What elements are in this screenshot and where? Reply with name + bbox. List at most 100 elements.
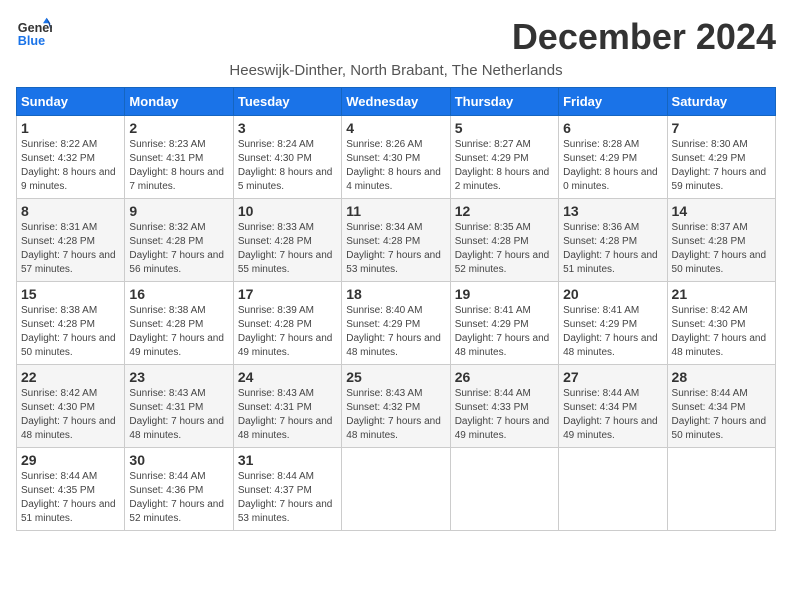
title-block: December 2024: [512, 16, 776, 58]
day-number: 2: [129, 120, 228, 136]
weekday-wednesday: Wednesday: [342, 88, 450, 116]
day-info: Sunrise: 8:40 AM Sunset: 4:29 PM Dayligh…: [346, 304, 445, 360]
day-info: Sunrise: 8:27 AM Sunset: 4:29 PM Dayligh…: [455, 138, 554, 194]
day-number: 24: [238, 369, 337, 385]
page-header: General Blue December 2024: [16, 16, 776, 58]
day-info: Sunrise: 8:43 AM Sunset: 4:31 PM Dayligh…: [238, 387, 337, 443]
logo: General Blue: [16, 16, 52, 52]
calendar-cell: 12Sunrise: 8:35 AM Sunset: 4:28 PM Dayli…: [450, 199, 558, 282]
calendar-cell: 7Sunrise: 8:30 AM Sunset: 4:29 PM Daylig…: [667, 116, 775, 199]
day-info: Sunrise: 8:44 AM Sunset: 4:34 PM Dayligh…: [672, 387, 771, 443]
day-number: 29: [21, 452, 120, 468]
day-number: 15: [21, 286, 120, 302]
day-info: Sunrise: 8:32 AM Sunset: 4:28 PM Dayligh…: [129, 221, 228, 277]
day-info: Sunrise: 8:31 AM Sunset: 4:28 PM Dayligh…: [21, 221, 120, 277]
calendar-week-5: 29 Sunrise: 8:44 AM Sunset: 4:35 PM Dayli…: [17, 448, 776, 531]
day-number: 30: [129, 452, 228, 468]
day-number: 4: [346, 120, 445, 136]
day-number: 23: [129, 369, 228, 385]
calendar-cell: 27 Sunrise: 8:44 AM Sunset: 4:34 PM Dayli…: [559, 365, 667, 448]
day-info: Sunrise: 8:34 AM Sunset: 4:28 PM Dayligh…: [346, 221, 445, 277]
day-number: 10: [238, 203, 337, 219]
weekday-thursday: Thursday: [450, 88, 558, 116]
calendar-cell: 19Sunrise: 8:41 AM Sunset: 4:29 PM Dayli…: [450, 282, 558, 365]
calendar-cell: 26 Sunrise: 8:44 AM Sunset: 4:33 PM Dayli…: [450, 365, 558, 448]
logo-icon: General Blue: [16, 16, 52, 52]
day-info: Sunrise: 8:33 AM Sunset: 4:28 PM Dayligh…: [238, 221, 337, 277]
day-number: 27: [563, 369, 662, 385]
day-number: 7: [672, 120, 771, 136]
calendar-cell: 2Sunrise: 8:23 AM Sunset: 4:31 PM Daylig…: [125, 116, 233, 199]
day-info: Sunrise: 8:43 AM Sunset: 4:32 PM Dayligh…: [346, 387, 445, 443]
day-info: Sunrise: 8:42 AM Sunset: 4:30 PM Dayligh…: [21, 387, 120, 443]
day-info: Sunrise: 8:28 AM Sunset: 4:29 PM Dayligh…: [563, 138, 662, 194]
calendar-cell: 23Sunrise: 8:43 AM Sunset: 4:31 PM Dayli…: [125, 365, 233, 448]
day-info: Sunrise: 8:35 AM Sunset: 4:28 PM Dayligh…: [455, 221, 554, 277]
calendar-cell: 24 Sunrise: 8:43 AM Sunset: 4:31 PM Dayli…: [233, 365, 341, 448]
calendar-week-4: 22 Sunrise: 8:42 AM Sunset: 4:30 PM Dayli…: [17, 365, 776, 448]
day-info: Sunrise: 8:44 AM Sunset: 4:34 PM Dayligh…: [563, 387, 662, 443]
calendar-cell: 28 Sunrise: 8:44 AM Sunset: 4:34 PM Dayli…: [667, 365, 775, 448]
calendar-cell: 29 Sunrise: 8:44 AM Sunset: 4:35 PM Dayli…: [17, 448, 125, 531]
calendar-cell: 18 Sunrise: 8:40 AM Sunset: 4:29 PM Dayli…: [342, 282, 450, 365]
day-number: 9: [129, 203, 228, 219]
day-info: Sunrise: 8:38 AM Sunset: 4:28 PM Dayligh…: [129, 304, 228, 360]
day-number: 19: [455, 286, 554, 302]
day-number: 1: [21, 120, 120, 136]
calendar-cell: 9 Sunrise: 8:32 AM Sunset: 4:28 PM Daylig…: [125, 199, 233, 282]
day-number: 6: [563, 120, 662, 136]
calendar-header: SundayMondayTuesdayWednesdayThursdayFrid…: [17, 88, 776, 116]
day-number: 8: [21, 203, 120, 219]
calendar-cell: 20Sunrise: 8:41 AM Sunset: 4:29 PM Dayli…: [559, 282, 667, 365]
day-info: Sunrise: 8:44 AM Sunset: 4:35 PM Dayligh…: [21, 470, 120, 526]
weekday-sunday: Sunday: [17, 88, 125, 116]
calendar-cell: 30 Sunrise: 8:44 AM Sunset: 4:36 PM Dayli…: [125, 448, 233, 531]
day-number: 5: [455, 120, 554, 136]
day-number: 3: [238, 120, 337, 136]
calendar-cell: 25 Sunrise: 8:43 AM Sunset: 4:32 PM Dayli…: [342, 365, 450, 448]
svg-text:Blue: Blue: [18, 34, 45, 48]
calendar-body: 1Sunrise: 8:22 AM Sunset: 4:32 PM Daylig…: [17, 116, 776, 531]
day-number: 26: [455, 369, 554, 385]
calendar-cell: 22 Sunrise: 8:42 AM Sunset: 4:30 PM Dayli…: [17, 365, 125, 448]
day-number: 16: [129, 286, 228, 302]
location-subtitle: Heeswijk-Dinther, North Brabant, The Net…: [16, 62, 776, 79]
weekday-saturday: Saturday: [667, 88, 775, 116]
calendar-cell: 17 Sunrise: 8:39 AM Sunset: 4:28 PM Dayli…: [233, 282, 341, 365]
day-info: Sunrise: 8:44 AM Sunset: 4:37 PM Dayligh…: [238, 470, 337, 526]
day-number: 14: [672, 203, 771, 219]
day-number: 21: [672, 286, 771, 302]
day-info: Sunrise: 8:39 AM Sunset: 4:28 PM Dayligh…: [238, 304, 337, 360]
day-number: 17: [238, 286, 337, 302]
calendar-cell: 16 Sunrise: 8:38 AM Sunset: 4:28 PM Dayli…: [125, 282, 233, 365]
calendar-week-3: 15 Sunrise: 8:38 AM Sunset: 4:28 PM Dayli…: [17, 282, 776, 365]
day-number: 13: [563, 203, 662, 219]
calendar-week-2: 8 Sunrise: 8:31 AM Sunset: 4:28 PM Daylig…: [17, 199, 776, 282]
day-info: Sunrise: 8:44 AM Sunset: 4:36 PM Dayligh…: [129, 470, 228, 526]
day-info: Sunrise: 8:37 AM Sunset: 4:28 PM Dayligh…: [672, 221, 771, 277]
weekday-tuesday: Tuesday: [233, 88, 341, 116]
day-number: 28: [672, 369, 771, 385]
calendar-week-1: 1Sunrise: 8:22 AM Sunset: 4:32 PM Daylig…: [17, 116, 776, 199]
day-info: Sunrise: 8:38 AM Sunset: 4:28 PM Dayligh…: [21, 304, 120, 360]
day-info: Sunrise: 8:42 AM Sunset: 4:30 PM Dayligh…: [672, 304, 771, 360]
calendar-cell: 11Sunrise: 8:34 AM Sunset: 4:28 PM Dayli…: [342, 199, 450, 282]
day-number: 25: [346, 369, 445, 385]
calendar-cell: [559, 448, 667, 531]
calendar-cell: 10 Sunrise: 8:33 AM Sunset: 4:28 PM Dayli…: [233, 199, 341, 282]
calendar-cell: 14 Sunrise: 8:37 AM Sunset: 4:28 PM Dayli…: [667, 199, 775, 282]
calendar-cell: 4 Sunrise: 8:26 AM Sunset: 4:30 PM Daylig…: [342, 116, 450, 199]
day-number: 20: [563, 286, 662, 302]
day-number: 31: [238, 452, 337, 468]
calendar-table: SundayMondayTuesdayWednesdayThursdayFrid…: [16, 87, 776, 531]
day-number: 22: [21, 369, 120, 385]
calendar-cell: 3 Sunrise: 8:24 AM Sunset: 4:30 PM Daylig…: [233, 116, 341, 199]
day-info: Sunrise: 8:36 AM Sunset: 4:28 PM Dayligh…: [563, 221, 662, 277]
weekday-monday: Monday: [125, 88, 233, 116]
day-info: Sunrise: 8:44 AM Sunset: 4:33 PM Dayligh…: [455, 387, 554, 443]
day-info: Sunrise: 8:26 AM Sunset: 4:30 PM Dayligh…: [346, 138, 445, 194]
day-number: 18: [346, 286, 445, 302]
day-info: Sunrise: 8:24 AM Sunset: 4:30 PM Dayligh…: [238, 138, 337, 194]
calendar-cell: 6 Sunrise: 8:28 AM Sunset: 4:29 PM Daylig…: [559, 116, 667, 199]
calendar-cell: 13 Sunrise: 8:36 AM Sunset: 4:28 PM Dayli…: [559, 199, 667, 282]
